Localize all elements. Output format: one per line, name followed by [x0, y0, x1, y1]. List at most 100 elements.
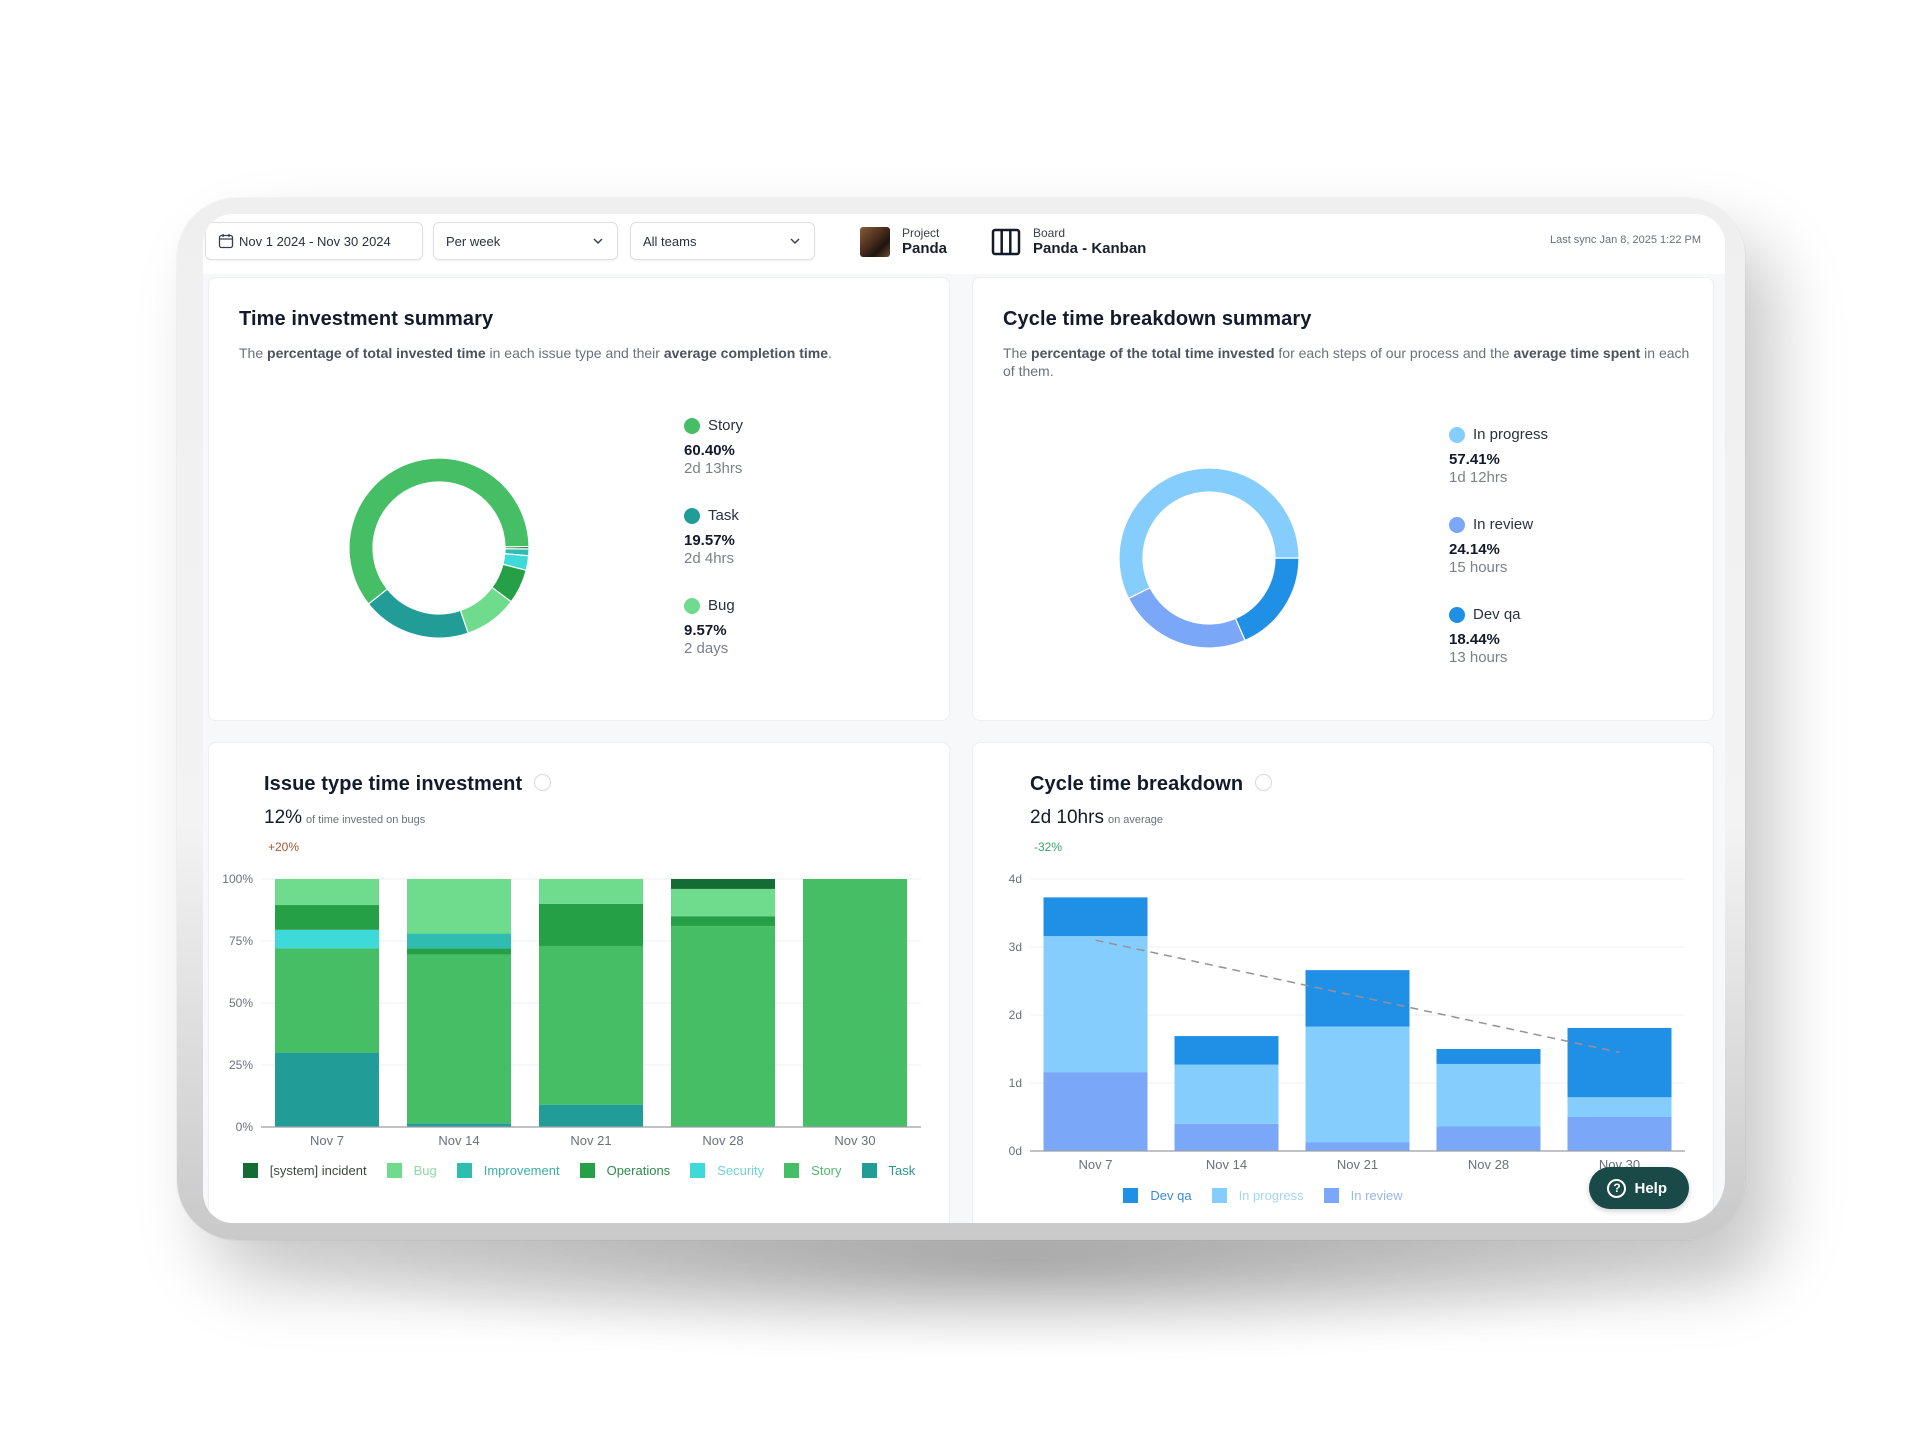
cycle-time-breakdown-card: Cycle time breakdown 2d 10hrs on average … — [972, 742, 1714, 1223]
issue-type-legend: [system] incident Bug Improvement Operat… — [229, 1163, 929, 1178]
bar-segment-bug[interactable] — [407, 879, 511, 934]
bar-segment-story[interactable] — [803, 879, 907, 1127]
board-columns-icon — [991, 228, 1021, 255]
y-tick-label: 3d — [1009, 940, 1022, 954]
team-select[interactable]: All teams — [630, 222, 815, 260]
bar-segment-bug[interactable] — [539, 879, 643, 904]
cycle-time-summary-card: Cycle time breakdown summary The percent… — [972, 277, 1714, 721]
bar-segment-in-progress[interactable] — [1043, 936, 1148, 1073]
bar-segment-dev-qa[interactable] — [1567, 1027, 1672, 1098]
project-value: Panda — [902, 240, 948, 257]
bar-segment-in-review[interactable] — [1567, 1117, 1672, 1151]
x-tick-label: Nov 21 — [1337, 1157, 1378, 1172]
bar-segment-in-progress[interactable] — [1436, 1063, 1541, 1127]
bar-segment-operations-top-[interactable] — [275, 905, 379, 930]
bar-segment-story[interactable] — [539, 945, 643, 1105]
legend-time: 13 hours — [1449, 649, 1508, 666]
bar-segment-in-progress[interactable] — [1305, 1026, 1410, 1143]
legend-item-dev-qa: Dev qa 18.44% 13 hours — [1449, 606, 1521, 666]
date-range-value: Nov 1 2024 - Nov 30 2024 — [239, 233, 391, 249]
bar-segment-security[interactable] — [275, 929, 379, 949]
bar-segment-in-review[interactable] — [1436, 1126, 1541, 1151]
bar-segment-dev-qa[interactable] — [1043, 897, 1148, 937]
chevron-down-icon — [593, 238, 603, 245]
legend-item-dev-qa[interactable]: Dev qa — [1123, 1188, 1192, 1203]
legend-label: [system] incident — [269, 1163, 367, 1178]
legend-item-in-progress[interactable]: In progress — [1211, 1188, 1304, 1203]
y-tick-label: 50% — [229, 996, 253, 1010]
legend-item-security[interactable]: Security — [690, 1163, 764, 1178]
bar-segment-task[interactable] — [539, 1104, 643, 1127]
bar-segment-in-progress[interactable] — [1174, 1064, 1279, 1124]
bugs-metric: 12% of time invested on bugs — [264, 807, 426, 828]
card-title: Cycle time breakdown — [1030, 773, 1273, 796]
project-context[interactable]: Project Panda — [860, 226, 947, 257]
bar-segment-in-review[interactable] — [1174, 1123, 1279, 1151]
card-title: Time investment summary — [239, 308, 494, 330]
bar-segment-in-review[interactable] — [1305, 1142, 1410, 1151]
legend-dot — [684, 417, 700, 434]
x-tick-label: Nov 30 — [834, 1133, 875, 1148]
legend-label: Story — [811, 1163, 842, 1178]
legend-item-in-review[interactable]: In review — [1323, 1188, 1403, 1203]
bar-segment-story[interactable] — [407, 954, 511, 1124]
legend-label: In progress — [1473, 426, 1549, 443]
card-title: Issue type time investment — [264, 773, 552, 796]
legend-swatch — [1323, 1188, 1339, 1203]
info-icon[interactable] — [1255, 774, 1273, 792]
legend-label: In review — [1473, 516, 1534, 533]
legend-time: 2d 13hrs — [684, 460, 743, 477]
bar-segment--system-incident[interactable] — [671, 879, 775, 889]
bar-segment-dev-qa[interactable] — [1305, 970, 1410, 1027]
legend-label: Bug — [413, 1163, 437, 1178]
bar-segment-bug[interactable] — [275, 879, 379, 906]
legend-item-story[interactable]: Story — [784, 1163, 842, 1178]
bar-segment-story[interactable] — [671, 926, 775, 1127]
legend-item-operations[interactable]: Operations — [579, 1163, 670, 1178]
legend-item-story: Story 60.40% 2d 13hrs — [684, 417, 743, 477]
granularity-select[interactable]: Per week — [433, 222, 618, 260]
legend-item-improvement[interactable]: Improvement — [456, 1163, 560, 1178]
last-sync-timestamp: Last sync Jan 8, 2025 1:22 PM — [1549, 234, 1701, 246]
legend-dot — [1449, 426, 1465, 443]
card-description: The percentage of the total time investe… — [1003, 345, 1690, 379]
legend-swatch — [690, 1163, 706, 1178]
bar-segment-dev-qa[interactable] — [1174, 1036, 1279, 1065]
legend-item-task[interactable]: Task — [861, 1163, 915, 1178]
bar-segment-operations-top-[interactable] — [539, 903, 643, 946]
date-range-picker[interactable]: Nov 1 2024 - Nov 30 2024 — [205, 222, 423, 260]
donut-slice-dev-qa[interactable] — [1234, 557, 1300, 642]
legend-swatch — [386, 1163, 402, 1178]
help-button[interactable]: ? Help — [1589, 1167, 1689, 1209]
donut-slice-task[interactable] — [367, 588, 469, 639]
donut-slice-in-review[interactable] — [1127, 586, 1246, 649]
bar-segment-story[interactable] — [275, 948, 379, 1053]
legend-label: In review — [1350, 1188, 1403, 1203]
legend-item-bug[interactable]: Bug — [386, 1163, 437, 1178]
info-icon[interactable] — [534, 774, 552, 792]
time-investment-summary-card: Time investment summary The percentage o… — [208, 277, 950, 721]
bar-segment-in-review[interactable] — [1043, 1072, 1148, 1151]
project-label: Project — [902, 226, 940, 240]
legend-swatch — [1123, 1188, 1139, 1203]
bar-segment-improvement[interactable] — [407, 933, 511, 949]
legend-swatch — [456, 1163, 472, 1178]
bar-segment-operations-top-[interactable] — [671, 916, 775, 927]
x-tick-label: Nov 7 — [1079, 1157, 1113, 1172]
cycle-time-legend: Dev qa In progress In review — [1073, 1188, 1453, 1203]
bar-segment-bug[interactable] — [671, 888, 775, 917]
bar-segment-dev-qa[interactable] — [1436, 1049, 1541, 1064]
legend-percent: 19.57% — [684, 532, 735, 549]
y-tick-label: 0% — [236, 1120, 254, 1134]
bar-segment-operations[interactable] — [407, 948, 511, 955]
y-tick-label: 75% — [229, 934, 253, 948]
bar-segment-task[interactable] — [275, 1052, 379, 1127]
x-tick-label: Nov 14 — [438, 1133, 479, 1148]
bar-segment-in-progress[interactable] — [1567, 1097, 1672, 1117]
cycle-time-donut-chart — [1118, 467, 1300, 649]
legend-dot — [684, 597, 700, 614]
board-context[interactable]: Board Panda - Kanban — [991, 226, 1146, 257]
legend-item--system-incident[interactable]: [system] incident — [242, 1163, 367, 1178]
legend-item-task: Task 19.57% 2d 4hrs — [684, 507, 739, 567]
y-tick-label: 100% — [222, 872, 253, 886]
